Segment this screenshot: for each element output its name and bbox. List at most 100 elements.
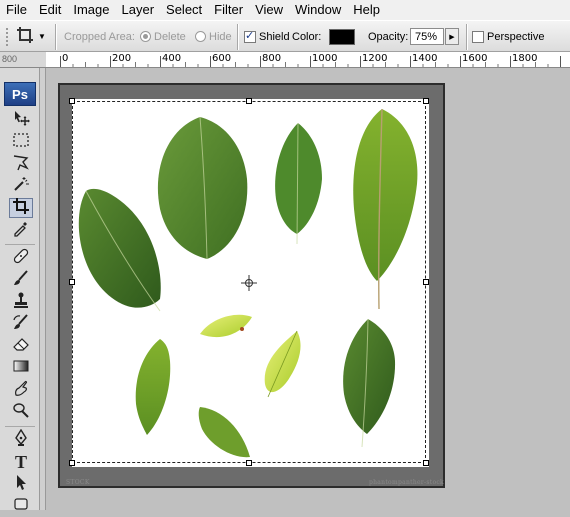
blur-tool[interactable] (9, 380, 33, 400)
crop-handle-top-left[interactable] (69, 98, 75, 104)
healing-brush-tool[interactable] (9, 248, 33, 268)
move-tool[interactable] (9, 110, 33, 130)
type-tool[interactable]: T (9, 452, 33, 472)
ruler-label: 200 (112, 53, 132, 64)
watermark-left: STOCK (66, 479, 90, 486)
gradient-tool[interactable] (9, 358, 33, 378)
chevron-down-icon: ▼ (38, 32, 46, 41)
tool-preset-picker[interactable]: ▼ (16, 21, 54, 52)
shield-checkbox[interactable]: Shield (244, 21, 290, 52)
checkbox-icon (244, 29, 256, 43)
ruler-label: 800 (262, 53, 282, 64)
arrow-right-icon: ▶ (449, 33, 455, 41)
path-selection-tool[interactable] (9, 474, 33, 494)
divider (5, 244, 35, 245)
bandage-icon (12, 247, 30, 269)
ruler-label: 1800 (512, 53, 538, 64)
cropped-area-label: Cropped Area: (64, 30, 135, 43)
crop-handle-top-right[interactable] (423, 98, 429, 104)
dodge-tool[interactable] (9, 402, 33, 422)
finger-icon (12, 379, 30, 401)
crop-handle-bottom-left[interactable] (69, 460, 75, 466)
ruler-label: 1200 (362, 53, 388, 64)
lasso-tool[interactable] (9, 154, 33, 174)
menu-edit[interactable]: Edit (33, 0, 67, 20)
clone-stamp-tool[interactable] (9, 292, 33, 312)
brush-icon (12, 269, 30, 291)
crop-tool[interactable] (9, 198, 33, 218)
crop-center-icon[interactable] (240, 274, 258, 295)
menu-file[interactable]: File (0, 0, 33, 20)
crop-icon (12, 197, 30, 219)
ruler-corner: 800 (0, 52, 46, 68)
watermark-right: phantompanther-stock (369, 479, 444, 486)
menu-select[interactable]: Select (160, 0, 208, 20)
horizontal-ruler[interactable]: 0 200 400 600 800 1000 1200 1400 1600 18… (46, 52, 570, 68)
menu-image[interactable]: Image (67, 0, 115, 20)
perspective-label: Perspective (487, 30, 545, 43)
ruler-label: 1000 (312, 53, 338, 64)
eraser-icon (12, 335, 30, 357)
ruler-label: 1600 (462, 53, 488, 64)
ps-logo[interactable]: Ps (4, 82, 36, 106)
dodge-icon (12, 401, 30, 423)
opacity-input[interactable]: 75% (410, 28, 444, 45)
crop-icon (16, 26, 34, 47)
eraser-tool[interactable] (9, 336, 33, 356)
magic-wand-tool[interactable] (9, 176, 33, 196)
rectangle-icon (12, 495, 30, 517)
toolbox-edge (40, 68, 46, 510)
magic-wand-icon (12, 175, 30, 197)
menu-help[interactable]: Help (347, 0, 386, 20)
eyedropper-icon (12, 219, 30, 241)
ruler-label: 600 (212, 53, 232, 64)
hide-radio[interactable]: Hide (195, 21, 232, 52)
shape-tool[interactable] (9, 496, 33, 516)
marquee-tool[interactable] (9, 132, 33, 152)
menu-view[interactable]: View (249, 0, 289, 20)
menu-bar: File Edit Image Layer Select Filter View… (0, 0, 570, 20)
shield-color-swatch[interactable] (329, 29, 355, 45)
checkbox-icon (472, 30, 484, 43)
menu-layer[interactable]: Layer (116, 0, 161, 20)
ruler-label: 1400 (412, 53, 438, 64)
crop-handle-top[interactable] (246, 98, 252, 104)
type-icon: T (14, 451, 27, 472)
color-label: Color: (292, 30, 322, 43)
radio-dot-icon (140, 31, 151, 42)
delete-radio[interactable]: Delete (140, 21, 186, 52)
lasso-icon (12, 153, 30, 175)
workspace-background (446, 68, 570, 510)
history-brush-tool[interactable] (9, 314, 33, 334)
crop-handle-right[interactable] (423, 279, 429, 285)
menu-filter[interactable]: Filter (208, 0, 249, 20)
menu-window[interactable]: Window (289, 0, 347, 20)
history-brush-icon (12, 313, 30, 335)
gradient-icon (12, 357, 30, 379)
divider (237, 24, 239, 50)
arrow-cursor-icon (12, 473, 30, 495)
crop-handle-bottom[interactable] (246, 460, 252, 466)
ruler-label: 0 (62, 53, 69, 64)
opacity-slider-button[interactable]: ▶ (445, 28, 459, 45)
toolbox: Ps T (0, 68, 40, 510)
perspective-checkbox[interactable]: Perspective (472, 21, 544, 52)
pen-tool[interactable] (9, 428, 33, 451)
crop-handle-bottom-right[interactable] (423, 460, 429, 466)
marquee-icon (12, 131, 30, 153)
hide-label: Hide (209, 30, 232, 43)
divider (466, 24, 468, 50)
crop-handle-left[interactable] (69, 279, 75, 285)
options-bar: ▼ Cropped Area: Delete Hide Shield Color… (0, 20, 570, 52)
radio-dot-icon (195, 31, 206, 42)
eyedropper-tool[interactable] (9, 220, 33, 240)
options-grip (6, 21, 16, 52)
pen-icon (12, 428, 30, 451)
ruler-corner-label: 800 (2, 54, 18, 64)
opacity-label: Opacity: (368, 30, 409, 43)
shield-label: Shield (259, 30, 290, 43)
divider (55, 24, 57, 50)
divider (5, 426, 35, 427)
stamp-icon (12, 291, 30, 313)
brush-tool[interactable] (9, 270, 33, 290)
